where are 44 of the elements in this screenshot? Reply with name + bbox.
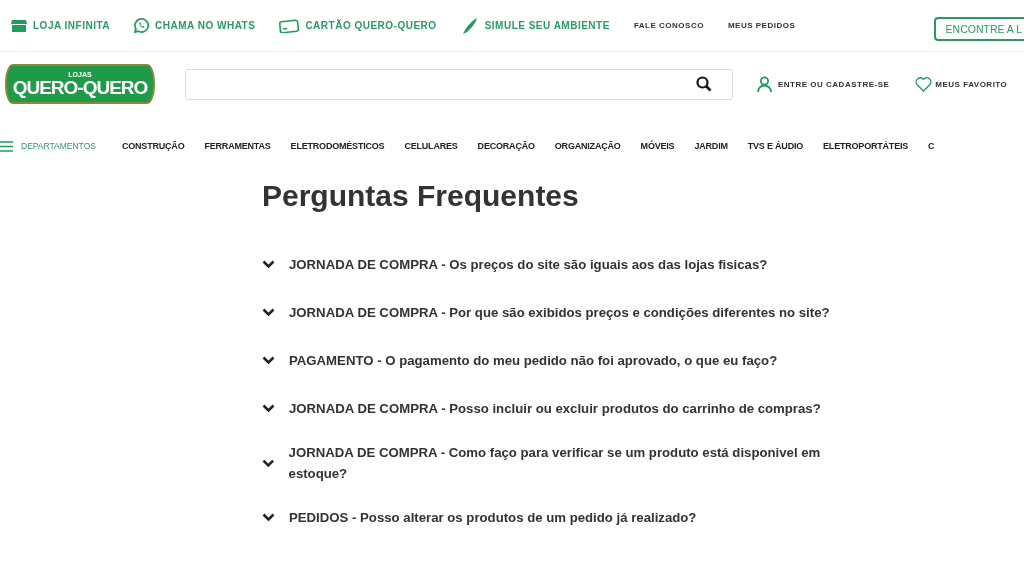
nav-link[interactable]: DECORAÇÃO xyxy=(477,141,535,151)
nav-link[interactable]: MÓVEIS xyxy=(640,141,675,151)
nav-link[interactable]: ORGANIZAÇÃO xyxy=(554,141,621,151)
faq-question: JORNADA DE COMPRA - Por que são exibidos preços e condições diferentes no site? xyxy=(289,304,830,322)
card-icon xyxy=(279,18,300,33)
menu-icon xyxy=(0,140,13,152)
search-icon xyxy=(696,76,712,92)
faq-item[interactable]: JORNADA DE COMPRA - Por que são exibidos preços e condições diferentes no site? xyxy=(262,298,862,327)
search-field[interactable] xyxy=(185,68,733,100)
faq-question: PEDIDOS - Posso alterar os produtos de um pedido já realizado? xyxy=(289,509,697,527)
heart-icon xyxy=(915,76,933,92)
faq-question: JORNADA DE COMPRA - Como faço para verificar se um produto está disponivel em estoque? xyxy=(288,444,822,483)
favorites-link[interactable]: MEUS FAVORITO xyxy=(915,76,1008,92)
top-link[interactable]: FALE CONOSCO xyxy=(633,21,704,30)
top-link[interactable]: SIMULE SEU AMBIENTE xyxy=(460,16,610,35)
top-link[interactable]: CHAMA NO WHATS xyxy=(134,18,256,33)
chat-bubble-icon xyxy=(134,18,150,33)
nav-link[interactable]: CELULARES xyxy=(404,141,458,151)
faq-question: JORNADA DE COMPRA - Posso incluir ou excluir produtos do carrinho de compras? xyxy=(289,400,821,418)
faq-item[interactable]: JORNADA DE COMPRA - Como faço para verificar se um produto está disponivel em estoque? xyxy=(262,442,862,484)
nav-link[interactable]: CONSTRUÇÃO xyxy=(121,141,185,151)
nav-link[interactable]: ELETRODOMÉSTICOS xyxy=(290,141,385,151)
top-link[interactable]: MEUS PEDIDOS xyxy=(727,21,796,30)
user-icon xyxy=(757,76,772,92)
logo-text: QUERO-QUERO xyxy=(12,77,148,98)
faq-item[interactable]: PEDIDOS - Posso alterar os produtos de um pedido já realizado? xyxy=(262,503,862,532)
nav-link[interactable]: FERRAMENTAS xyxy=(204,141,271,151)
brush-icon xyxy=(460,16,479,35)
departments-menu[interactable]: DEPARTAMENTOS xyxy=(0,140,96,152)
top-link[interactable]: LOJA INFINITA xyxy=(11,18,111,33)
nav-link[interactable]: ELETROPORTÁTEIS xyxy=(823,141,909,151)
nav-link[interactable]: JARDIM xyxy=(694,141,728,151)
faq-item[interactable]: JORNADA DE COMPRA - Posso incluir ou excluir produtos do carrinho de compras? xyxy=(262,394,862,423)
account-link[interactable]: ENTRE OU CADASTRE-SE xyxy=(757,76,890,92)
faq-item[interactable]: JORNADA DE COMPRA - Os preços do site são iguais aos das lojas fisicas? xyxy=(262,250,862,279)
page-title: Perguntas Frequentes xyxy=(262,179,580,213)
top-link[interactable]: CARTÃO QUERO-QUERO xyxy=(279,18,437,33)
nav-link[interactable]: TVS E ÁUDIO xyxy=(747,141,804,151)
nav-link[interactable]: C xyxy=(928,141,935,151)
faq-question: JORNADA DE COMPRA - Os preços do site são iguais aos das lojas fisicas? xyxy=(289,256,768,274)
find-store-button[interactable]: ENCONTRE A L xyxy=(933,16,1024,41)
store-icon xyxy=(11,18,27,33)
faq-question: PAGAMENTO - O pagamento do meu pedido não foi aprovado, o que eu faço? xyxy=(289,352,778,370)
faq-item[interactable]: PAGAMENTO - O pagamento do meu pedido não foi aprovado, o que eu faço? xyxy=(262,346,862,375)
